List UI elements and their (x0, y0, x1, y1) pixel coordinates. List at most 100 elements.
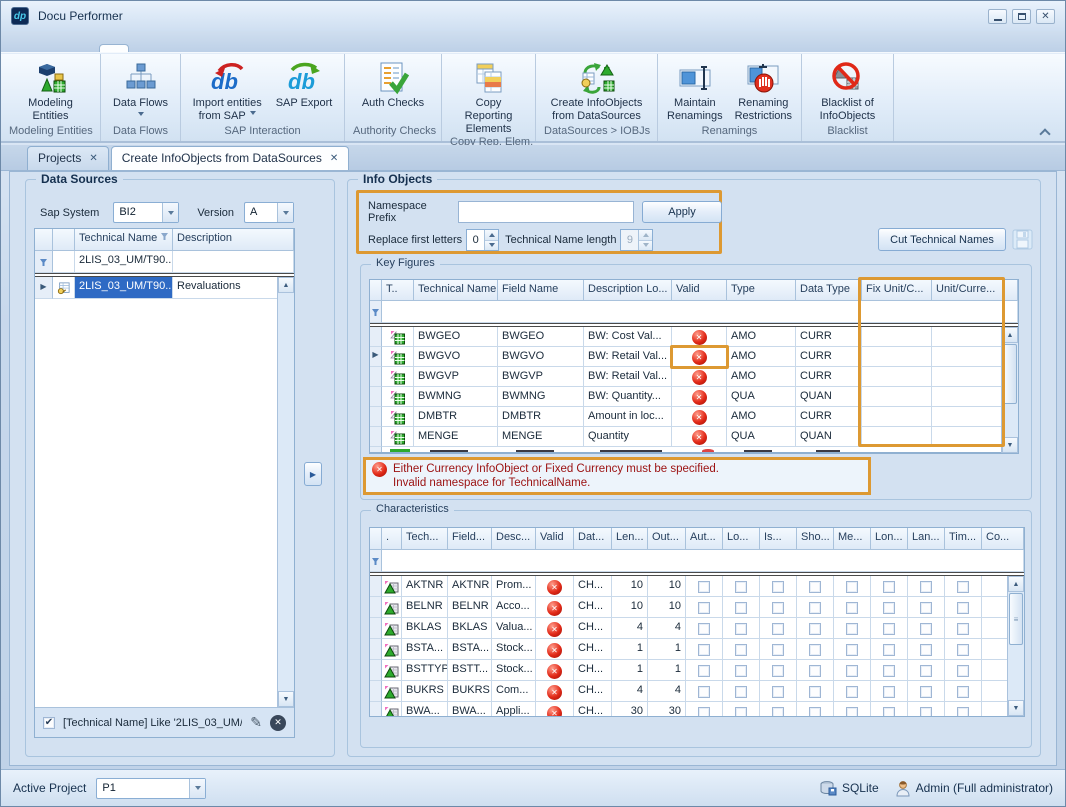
column-header[interactable]: Desc... (492, 528, 536, 550)
attribute-checkbox[interactable] (809, 707, 821, 716)
column-header[interactable]: Unit/Curre... (932, 280, 1018, 301)
document-tab[interactable]: Create InfoObjects from DataSources ✕ (111, 146, 349, 170)
table-row[interactable]: BWMNG BWMNG BW: Quantity... QUA QUAN (370, 387, 1018, 407)
attribute-checkbox[interactable] (809, 602, 821, 614)
namespace-prefix-input[interactable] (458, 201, 634, 223)
scroll-down-icon[interactable]: ▼ (1008, 700, 1024, 716)
renaming-restrictions-button[interactable]: Renaming Restrictions (730, 57, 797, 123)
column-header[interactable]: Valid (536, 528, 574, 550)
attribute-checkbox[interactable] (772, 686, 784, 698)
minimize-button[interactable] (988, 9, 1007, 24)
scrollbar-thumb[interactable]: ≡ (1009, 593, 1023, 645)
attribute-checkbox[interactable] (846, 644, 858, 656)
attribute-checkbox[interactable] (920, 623, 932, 635)
maximize-button[interactable] (1012, 9, 1031, 24)
menu-tab[interactable] (157, 45, 185, 52)
vertical-scrollbar[interactable]: ▲ ≡ ▼ (1007, 576, 1024, 716)
table-row[interactable]: ▶ 2LIS_03_UM/T90... Revaluations (35, 277, 294, 299)
scroll-down-icon[interactable]: ▼ (1002, 437, 1018, 453)
column-header[interactable]: Lo... (723, 528, 760, 550)
menu-tab[interactable] (241, 45, 269, 52)
attribute-checkbox[interactable] (846, 665, 858, 677)
filter-row[interactable] (382, 550, 1024, 572)
attribute-checkbox[interactable] (957, 665, 969, 677)
attribute-checkbox[interactable] (772, 623, 784, 635)
attribute-checkbox[interactable] (735, 581, 747, 593)
attribute-checkbox[interactable] (809, 623, 821, 635)
cut-technical-names-button[interactable]: Cut Technical Names (878, 228, 1006, 251)
column-header[interactable]: Is... (760, 528, 797, 550)
menu-tab[interactable] (71, 45, 99, 52)
attribute-checkbox[interactable] (698, 581, 710, 593)
import-entities-from-sap-button[interactable]: db Import entities from SAP (187, 57, 268, 123)
tab-close-icon[interactable]: ✕ (330, 153, 338, 164)
attribute-checkbox[interactable] (772, 665, 784, 677)
data-flows-button[interactable]: Data Flows (107, 57, 174, 119)
attribute-checkbox[interactable] (920, 602, 932, 614)
column-header[interactable]: Out... (648, 528, 686, 550)
table-row[interactable]: BSTTYP BSTT... Stock... CH... 1 1 (370, 660, 1024, 681)
active-project-combo[interactable]: P1 (96, 778, 206, 799)
scroll-up-icon[interactable]: ▲ (278, 277, 294, 293)
column-header[interactable]: T.. (382, 280, 414, 301)
table-row[interactable]: BWA... BWA... Appli... CH... 30 30 (370, 702, 1024, 716)
attribute-checkbox[interactable] (920, 581, 932, 593)
attribute-checkbox[interactable] (698, 623, 710, 635)
apply-button[interactable]: Apply (642, 201, 722, 223)
replace-first-letters-stepper[interactable]: 0 (466, 229, 499, 251)
column-header-technical-name[interactable]: Technical Name (75, 229, 173, 251)
stepper-down-icon[interactable] (485, 241, 498, 251)
column-header[interactable]: Field Name (498, 280, 584, 301)
attribute-checkbox[interactable] (883, 686, 895, 698)
edit-filter-icon[interactable]: ✎ (250, 714, 262, 731)
blacklist-infoobjects-button[interactable]: Blacklist of InfoObjects (814, 57, 882, 123)
attribute-checkbox[interactable] (957, 602, 969, 614)
attribute-checkbox[interactable] (846, 581, 858, 593)
attribute-checkbox[interactable] (735, 602, 747, 614)
menu-tab[interactable] (297, 45, 325, 52)
attribute-checkbox[interactable] (735, 707, 747, 716)
attribute-checkbox[interactable] (957, 707, 969, 716)
attribute-checkbox[interactable] (809, 581, 821, 593)
menu-tab[interactable] (99, 44, 129, 52)
attribute-checkbox[interactable] (846, 686, 858, 698)
column-header[interactable]: Lon... (871, 528, 908, 550)
attribute-checkbox[interactable] (883, 581, 895, 593)
column-header[interactable]: Sho... (797, 528, 834, 550)
create-infoobjects-button[interactable]: Create InfoObjects from DataSources (545, 57, 649, 123)
auth-checks-button[interactable]: Auth Checks (356, 57, 430, 110)
attribute-checkbox[interactable] (920, 707, 932, 716)
filter-cell-technical-name[interactable]: 2LIS_03_UM/T90... (75, 251, 173, 273)
filter-row[interactable] (382, 301, 1018, 323)
attribute-checkbox[interactable] (772, 707, 784, 716)
column-header[interactable]: Description Lo... (584, 280, 672, 301)
column-header[interactable]: Fix Unit/C... (862, 280, 932, 301)
column-header[interactable]: Tech... (402, 528, 448, 550)
technical-name-length-stepper[interactable]: 9 (620, 229, 653, 251)
attribute-checkbox[interactable] (772, 602, 784, 614)
column-header[interactable]: Tim... (945, 528, 982, 550)
table-row[interactable]: DMBTR DMBTR Amount in loc... AMO CURR (370, 407, 1018, 427)
attribute-checkbox[interactable] (772, 581, 784, 593)
attribute-checkbox[interactable] (698, 686, 710, 698)
attribute-checkbox[interactable] (883, 644, 895, 656)
attribute-checkbox[interactable] (846, 623, 858, 635)
menu-tab[interactable] (43, 45, 71, 52)
table-row[interactable]: AKTNR AKTNR Prom... CH... 10 10 (370, 576, 1024, 597)
menu-tab[interactable] (213, 45, 241, 52)
column-header-description[interactable]: Description (173, 229, 294, 251)
document-tab[interactable]: Projects ✕ (27, 146, 109, 170)
table-row[interactable]: MENGE MENGE Quantity QUA QUAN (370, 427, 1018, 447)
column-header[interactable]: Dat... (574, 528, 612, 550)
attribute-checkbox[interactable] (735, 623, 747, 635)
column-header[interactable]: Field... (448, 528, 492, 550)
attribute-checkbox[interactable] (920, 665, 932, 677)
attribute-checkbox[interactable] (735, 665, 747, 677)
maintain-renamings-button[interactable]: Maintain Renamings (662, 57, 728, 123)
attribute-checkbox[interactable] (883, 602, 895, 614)
menu-tab[interactable] (185, 45, 213, 52)
attribute-checkbox[interactable] (957, 686, 969, 698)
attribute-checkbox[interactable] (957, 581, 969, 593)
attribute-checkbox[interactable] (698, 644, 710, 656)
table-row[interactable]: BUKRS BUKRS Com... CH... 4 4 (370, 681, 1024, 702)
